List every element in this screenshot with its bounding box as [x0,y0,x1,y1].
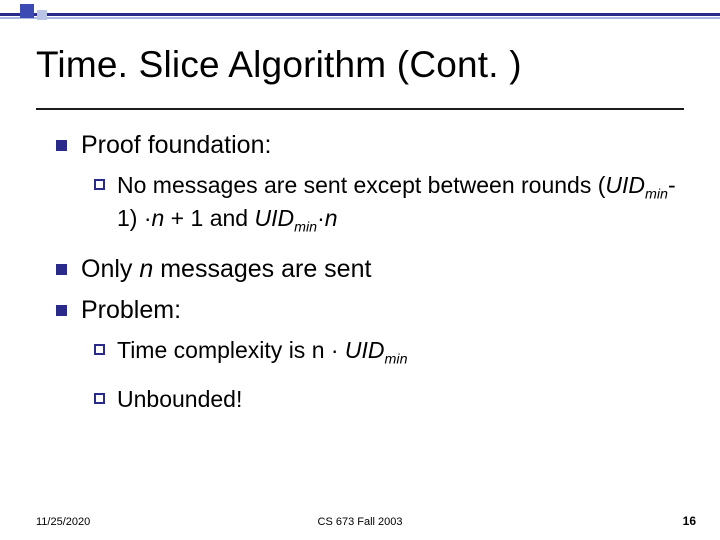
time-prefix: Time [117,337,167,363]
hollow-square-icon [94,393,105,404]
only-a: Only [81,255,139,283]
unbounded-prefix: Unbounded [117,386,236,412]
time-body-a: complexity is n · [167,337,345,363]
header-square-dark [20,4,34,18]
footer-page-number: 16 [683,514,696,528]
bullet-text: Only n messages are sent [81,254,676,285]
slide-body: Proof foundation: No messages are sent e… [56,130,676,431]
sub-bullet-unbounded: Unbounded! [94,385,676,415]
uid-term-2: UID [254,205,294,231]
sub-bullet-no-messages: No messages are sent except between roun… [94,171,676,237]
n-term-1: n [152,205,165,231]
header-decoration [0,0,720,26]
header-line-dark [0,13,720,16]
hollow-square-icon [94,179,105,190]
hollow-square-icon [94,344,105,355]
square-bullet-icon [56,264,67,275]
sub-body-c: + 1 and [164,205,254,231]
uid-subscript: min [645,187,668,203]
square-bullet-icon [56,140,67,151]
bullet-text: Problem: [81,295,676,326]
time-uid: UID [345,337,385,363]
slide-title: Time. Slice Algorithm (Cont. ) [36,44,522,86]
time-uid-sub: min [385,352,408,368]
sub-body-d: · [317,205,325,231]
bullet-only-n-messages: Only n messages are sent [56,254,676,285]
sub-bullet-text: Unbounded! [117,385,676,415]
footer-course: CS 673 Fall 2003 [0,516,720,528]
sub-body-a: messages are sent except between rounds … [146,172,605,198]
bullet-text: Proof foundation: [81,130,676,161]
n-term-2: n [325,205,338,231]
sub-bullet-time-complexity: Time complexity is n · UIDmin [94,336,676,369]
square-bullet-icon [56,305,67,316]
sub-prefix: No [117,172,146,198]
only-n: n [139,255,153,283]
header-square-light [37,10,47,20]
uid-term: UID [605,172,645,198]
title-underline [36,108,684,110]
bullet-problem: Problem: [56,295,676,326]
unbounded-body: ! [236,386,242,412]
header-line-light [0,17,720,19]
sub-bullet-text: Time complexity is n · UIDmin [117,336,676,369]
sub-bullet-text: No messages are sent except between roun… [117,171,676,237]
uid-subscript-2: min [294,220,317,236]
bullet-proof-foundation: Proof foundation: [56,130,676,161]
only-b: messages are sent [153,255,371,283]
